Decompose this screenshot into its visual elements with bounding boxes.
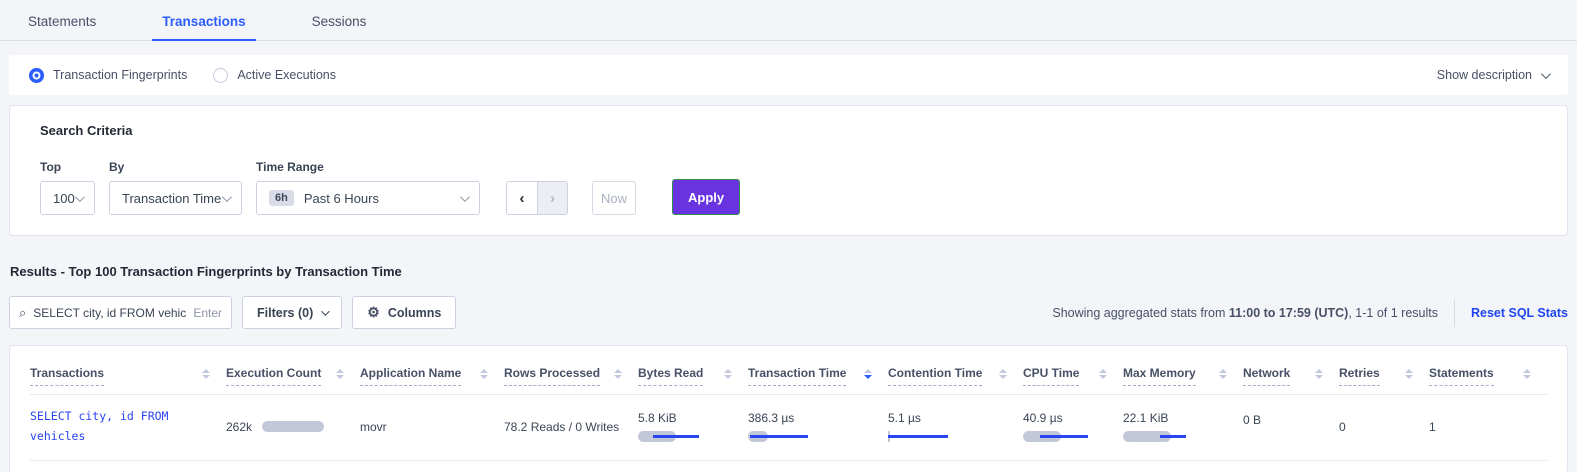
filters-button[interactable]: Filters (0) xyxy=(242,296,342,329)
chevron-down-icon xyxy=(1541,69,1551,79)
columns-label: Columns xyxy=(388,306,441,320)
sort-icon[interactable] xyxy=(614,369,622,379)
now-button[interactable]: Now xyxy=(592,181,636,215)
cpu-time-value: 40.9 µs xyxy=(1023,411,1117,425)
prev-time-window-button[interactable]: ‹ xyxy=(507,182,537,214)
filters-label: Filters (0) xyxy=(257,306,313,320)
col-cpu-time[interactable]: CPU Time xyxy=(1023,366,1079,386)
search-enter-button[interactable]: Enter xyxy=(193,306,222,320)
radio-unselected-icon xyxy=(213,68,228,83)
gear-icon: ⚙ xyxy=(367,304,380,321)
transactions-table: Transactions Execution Count Application… xyxy=(30,350,1547,461)
retries-value: 0 xyxy=(1339,420,1346,434)
radio-transaction-fingerprints[interactable]: Transaction Fingerprints xyxy=(29,68,187,83)
col-retries[interactable]: Retries xyxy=(1339,366,1380,386)
divider xyxy=(1454,299,1455,327)
contention-time-value: 5.1 µs xyxy=(888,411,1017,425)
show-description-label: Show description xyxy=(1437,68,1532,82)
search-criteria-title: Search Criteria xyxy=(40,123,1537,138)
statements-value: 1 xyxy=(1429,420,1436,434)
time-range-value: Past 6 Hours xyxy=(304,191,379,206)
col-bytes-read[interactable]: Bytes Read xyxy=(638,366,703,386)
radio-label: Active Executions xyxy=(237,68,336,82)
table-row: SELECT city, id FROM vehicles 262k movr … xyxy=(30,395,1547,461)
tab-statements[interactable]: Statements xyxy=(24,4,100,40)
col-rows-processed[interactable]: Rows Processed xyxy=(504,366,600,386)
time-window-nav: ‹ › xyxy=(506,181,568,215)
by-select-value: Transaction Time xyxy=(122,191,221,206)
col-application-name[interactable]: Application Name xyxy=(360,366,461,386)
radio-active-executions[interactable]: Active Executions xyxy=(213,68,336,83)
show-description-toggle[interactable]: Show description xyxy=(1437,68,1548,82)
time-range-select[interactable]: 6h Past 6 Hours xyxy=(256,181,480,215)
cpu-time-bar xyxy=(1023,431,1117,442)
radio-selected-icon xyxy=(29,68,44,83)
sort-icon[interactable] xyxy=(1099,369,1107,379)
sort-icon[interactable] xyxy=(480,369,488,379)
col-execution-count[interactable]: Execution Count xyxy=(226,366,321,386)
col-contention-time[interactable]: Contention Time xyxy=(888,366,982,386)
search-input[interactable] xyxy=(33,306,186,320)
col-transaction-time[interactable]: Transaction Time xyxy=(748,366,846,386)
sort-icon[interactable] xyxy=(1405,369,1413,379)
search-criteria-panel: Search Criteria Top 100 By Transaction T… xyxy=(9,105,1568,236)
bytes-read-value: 5.8 KiB xyxy=(638,411,742,425)
col-statements[interactable]: Statements xyxy=(1429,366,1494,386)
reset-sql-stats-link[interactable]: Reset SQL Stats xyxy=(1471,306,1568,320)
time-range-badge: 6h xyxy=(269,190,294,206)
by-label: By xyxy=(109,160,242,174)
radio-label: Transaction Fingerprints xyxy=(53,68,187,82)
execution-count-value: 262k xyxy=(226,420,252,434)
page-tabs: Statements Transactions Sessions xyxy=(0,0,1577,41)
top-label: Top xyxy=(40,160,95,174)
sort-icon[interactable] xyxy=(724,369,732,379)
sort-icon[interactable] xyxy=(1219,369,1227,379)
next-time-window-button[interactable]: › xyxy=(537,182,567,214)
search-box: ⌕ Enter xyxy=(9,296,232,329)
stats-range: 11:00 to 17:59 (UTC) xyxy=(1229,306,1348,320)
view-toggle-band: Transaction Fingerprints Active Executio… xyxy=(9,55,1568,95)
sort-icon[interactable] xyxy=(1315,369,1323,379)
execution-count-bar xyxy=(262,421,324,432)
top-select-value: 100 xyxy=(53,191,75,206)
col-transactions[interactable]: Transactions xyxy=(30,366,104,386)
columns-button[interactable]: ⚙ Columns xyxy=(352,296,456,329)
rows-processed-value: 78.2 Reads / 0 Writes xyxy=(504,420,619,434)
top-select[interactable]: 100 xyxy=(40,181,95,215)
chevron-down-icon xyxy=(222,192,232,202)
chevron-down-icon xyxy=(75,192,85,202)
transaction-fingerprint-link[interactable]: SELECT city, id FROM vehicles xyxy=(30,407,180,446)
table-header-row: Transactions Execution Count Application… xyxy=(30,350,1547,395)
stats-suffix: , 1-1 of 1 results xyxy=(1348,306,1438,320)
stats-summary: Showing aggregated stats from 11:00 to 1… xyxy=(1052,306,1438,320)
sort-icon-active-desc[interactable] xyxy=(864,369,872,379)
results-title: Results - Top 100 Transaction Fingerprin… xyxy=(10,264,1577,279)
time-range-label: Time Range xyxy=(256,160,480,174)
application-name-value: movr xyxy=(360,420,387,434)
tab-transactions[interactable]: Transactions xyxy=(158,4,249,40)
max-memory-value: 22.1 KiB xyxy=(1123,411,1237,425)
transaction-time-value: 386.3 µs xyxy=(748,411,882,425)
chevron-down-icon xyxy=(460,192,470,202)
stats-prefix: Showing aggregated stats from xyxy=(1052,306,1229,320)
results-toolbar: ⌕ Enter Filters (0) ⚙ Columns Showing ag… xyxy=(9,296,1568,329)
sort-icon[interactable] xyxy=(1523,369,1531,379)
chevron-down-icon xyxy=(321,307,329,315)
max-memory-bar xyxy=(1123,431,1237,442)
sort-icon[interactable] xyxy=(999,369,1007,379)
sort-icon[interactable] xyxy=(336,369,344,379)
contention-time-bar xyxy=(888,431,1017,442)
network-value: 0 B xyxy=(1243,413,1261,427)
col-max-memory[interactable]: Max Memory xyxy=(1123,366,1196,386)
bytes-read-bar xyxy=(638,431,742,442)
view-toggle-group: Transaction Fingerprints Active Executio… xyxy=(29,68,336,83)
sort-icon[interactable] xyxy=(202,369,210,379)
search-icon: ⌕ xyxy=(19,305,26,321)
by-select[interactable]: Transaction Time xyxy=(109,181,242,215)
col-network[interactable]: Network xyxy=(1243,366,1290,386)
apply-button[interactable]: Apply xyxy=(672,179,740,215)
transactions-table-card: Transactions Execution Count Application… xyxy=(9,345,1568,472)
transaction-time-bar xyxy=(748,431,882,442)
tab-sessions[interactable]: Sessions xyxy=(308,4,371,40)
